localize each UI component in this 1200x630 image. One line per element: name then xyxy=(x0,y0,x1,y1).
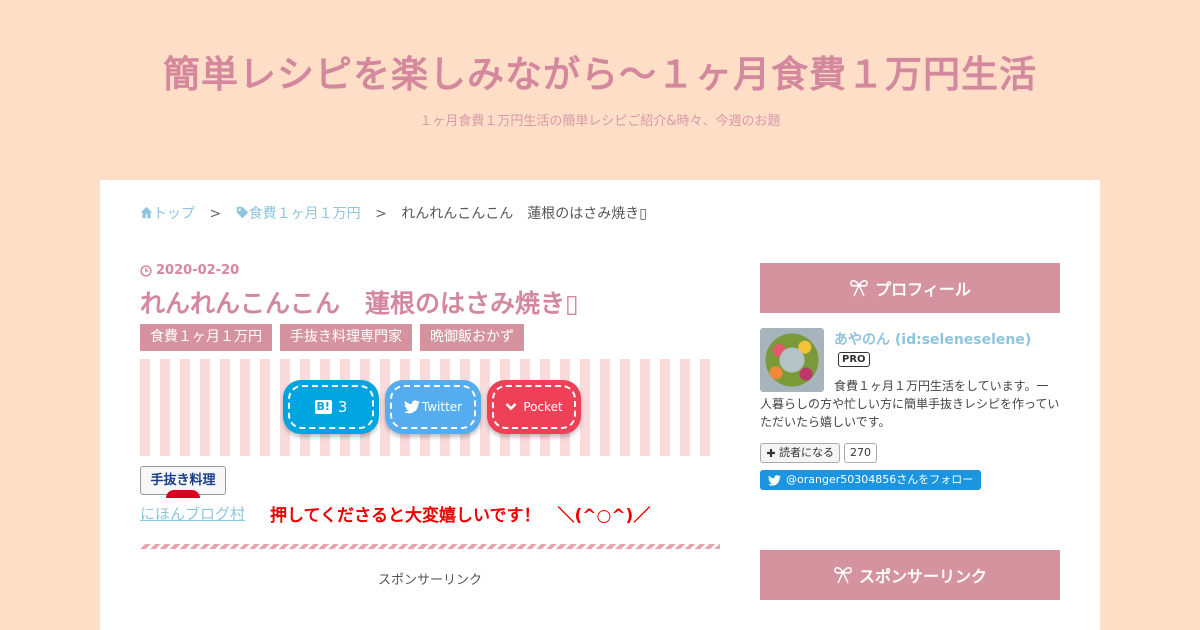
breadcrumb-category-link[interactable]: 食費１ヶ月１万円 xyxy=(236,206,365,222)
hatena-bookmark-button[interactable]: B! 3 xyxy=(283,380,379,434)
twitter-bird-icon xyxy=(768,474,781,486)
twitter-share-button[interactable]: Twitter xyxy=(385,380,481,434)
twitter-follow-button[interactable]: @oranger50304856さんをフォロー xyxy=(760,470,982,490)
banner-decoration xyxy=(166,490,200,498)
category-tag[interactable]: 食費１ヶ月１万円 xyxy=(140,324,272,351)
site-header: 簡単レシピを楽しみながら〜１ヶ月食費１万円生活 １ヶ月食費１万円生活の簡単レシピ… xyxy=(0,0,1200,130)
entry-title[interactable]: れんれんこんこん 蓮根のはさみ焼き▯ xyxy=(140,288,720,320)
breadcrumb-separator: > xyxy=(209,206,222,222)
profile-heading: プロフィール xyxy=(760,263,1060,313)
hatena-bookmark-count: 3 xyxy=(337,398,348,416)
tag-icon xyxy=(236,206,248,219)
twitter-bird-icon xyxy=(403,400,420,414)
category-tag[interactable]: 晩御飯おかず xyxy=(420,324,524,351)
entry-categories: 食費１ヶ月１万円 手抜き料理専門家 晩御飯おかず xyxy=(140,324,720,351)
twitter-follow-label: @oranger50304856さんをフォロー xyxy=(786,473,974,486)
clock-icon xyxy=(140,264,152,277)
sponsor-link-label: スポンサーリンク xyxy=(377,573,482,588)
reader-count: 270 xyxy=(844,443,877,463)
profile-module: あやのん (id:seleneselene) PRO 食費１ヶ月１万円生活をして… xyxy=(760,328,1060,518)
plus-icon xyxy=(767,449,775,457)
sidebar: プロフィール あやのん (id:seleneselene) PRO 食費１ヶ月１… xyxy=(760,263,1060,600)
hatena-bookmark-icon: B! xyxy=(314,400,332,414)
entry-date-text: 2020-02-20 xyxy=(156,263,240,278)
sponsor-heading-text: スポンサーリンク xyxy=(858,567,987,586)
pocket-button[interactable]: Pocket xyxy=(487,380,581,434)
reader-subscribe-row: 読者になる 270 xyxy=(760,443,877,463)
profile-name-link[interactable]: あやのん (id:seleneselene) xyxy=(834,329,1031,349)
category-tag[interactable]: 手抜き料理専門家 xyxy=(280,324,412,351)
push-message: 押してくださると大変嬉しいです！ ＼(^○^)／ xyxy=(270,506,651,526)
striped-divider xyxy=(140,544,720,549)
site-title[interactable]: 簡単レシピを楽しみながら〜１ヶ月食費１万円生活 xyxy=(0,50,1200,100)
breadcrumb: トップ > 食費１ヶ月１万円 > れんれんこんこん 蓮根のはさみ焼き▯ xyxy=(140,203,647,223)
content-wrapper: トップ > 食費１ヶ月１万円 > れんれんこんこん 蓮根のはさみ焼き▯ 2020… xyxy=(100,180,1100,630)
pocket-label: Pocket xyxy=(523,400,563,414)
breadcrumb-top-link[interactable]: トップ xyxy=(140,206,199,222)
pro-badge: PRO xyxy=(838,352,870,367)
main-content: 2020-02-20 れんれんこんこん 蓮根のはさみ焼き▯ 食費１ヶ月１万円 手… xyxy=(140,263,720,588)
subscribe-button[interactable]: 読者になる xyxy=(760,443,840,463)
breadcrumb-top-label: トップ xyxy=(153,206,195,222)
subscribe-label: 読者になる xyxy=(779,446,834,459)
twitter-share-label: Twitter xyxy=(421,400,463,414)
blog-village-link[interactable]: にほんブログ村 xyxy=(140,503,245,524)
breadcrumb-current: れんれんこんこん 蓮根のはさみ焼き▯ xyxy=(401,206,647,222)
profile-heading-text: プロフィール xyxy=(875,280,971,299)
site-description: １ヶ月食費１万円生活の簡単レシピご紹介&時々、今週のお題 xyxy=(419,114,781,129)
ribbon-icon xyxy=(834,567,852,584)
blog-village-banner: 手抜き料理 にほんブログ村 押してくださると大変嬉しいです！ ＼(^○^)／ xyxy=(140,466,720,526)
entry-date[interactable]: 2020-02-20 xyxy=(140,263,720,278)
profile-description: 食費１ヶ月１万円生活をしています。一人暮らしの方や忙しい方に簡単手抜きレシピを作… xyxy=(760,379,1060,429)
ribbon-icon xyxy=(850,280,869,297)
breadcrumb-category-label: 食費１ヶ月１万円 xyxy=(248,206,361,222)
share-buttons-area: B! 3 Twitter Pocket xyxy=(140,359,720,456)
home-icon xyxy=(140,206,153,219)
chevron-down-icon xyxy=(505,403,517,411)
sponsor-heading: スポンサーリンク xyxy=(760,550,1060,600)
breadcrumb-separator: > xyxy=(375,206,387,222)
